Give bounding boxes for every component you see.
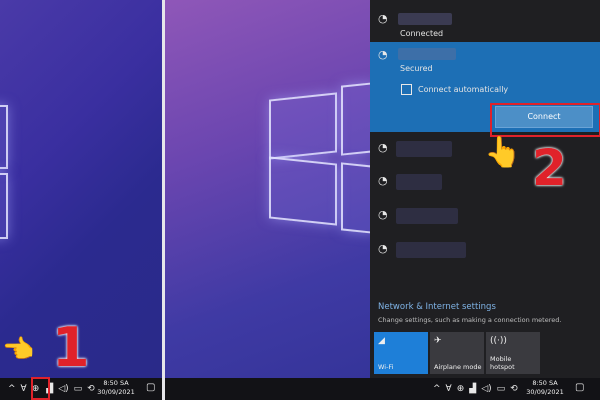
connected-status: Connected [400,29,444,38]
volume-icon[interactable]: ◁) [58,384,68,394]
wifi-secure-icon: ◔ [378,174,388,187]
step-number-1: 1 [52,316,90,379]
wifi-tile[interactable]: ◢ Wi-Fi [374,332,428,374]
network-name-redacted [398,13,452,25]
secured-status: Secured [400,64,433,73]
network-item-connected[interactable]: ◔ Connected [370,6,600,40]
pointing-hand-icon: 👆 [484,135,522,170]
wifi-secure-icon: ◔ [378,208,388,221]
notification-icon[interactable]: ▢ [146,383,156,393]
pointing-hand-icon: 👈 [2,335,35,365]
network-icon[interactable]: ▟ [469,384,476,394]
vpn-icon[interactable]: ∀ [446,384,452,394]
vpn-icon[interactable]: ∀ [21,384,27,394]
network-settings-link[interactable]: Network & Internet settings [378,302,496,312]
network-name-redacted [396,141,452,157]
network-name-redacted [396,242,466,258]
volume-icon[interactable]: ◁) [481,384,491,394]
wifi-secure-icon: ◔ [378,141,388,154]
chevron-up-icon[interactable]: ^ [433,384,441,394]
wifi-icon: ◢ [378,336,385,346]
battery-icon[interactable]: ▭ [74,384,83,394]
sync-icon[interactable]: ⟲ [87,384,95,394]
sync-icon[interactable]: ⟲ [510,384,518,394]
network-name-redacted [398,48,456,60]
usb-icon[interactable]: ⊕ [457,384,465,394]
mobile-hotspot-tile[interactable]: ((·)) Mobile hotspot [486,332,540,374]
list-item[interactable]: ◔ [370,238,600,266]
taskbar: ^ ∀ ⊕ ▟ ◁) ▭ ⟲ 8:50 SA 30/09/2021 ▢ [0,378,162,400]
chevron-up-icon[interactable]: ^ [8,384,16,394]
connect-button-highlight [490,103,600,137]
clock[interactable]: 8:50 SA 30/09/2021 [525,379,565,397]
left-desktop-screenshot: ^ ∀ ⊕ ▟ ◁) ▭ ⟲ 8:50 SA 30/09/2021 ▢ 👈 1 [0,0,162,400]
battery-icon[interactable]: ▭ [497,384,506,394]
notification-icon[interactable]: ▢ [575,383,585,393]
connect-auto-label: Connect automatically [418,85,509,94]
network-icon-highlight [31,377,50,400]
network-settings-desc: Change settings, such as making a connec… [378,316,562,324]
taskbar: ^ ∀ ⊕ ▟ ◁) ▭ ⟲ 8:50 SA 30/09/2021 ▢ [165,378,600,400]
network-name-redacted [396,208,458,224]
connect-auto-checkbox[interactable] [401,84,412,95]
wifi-secure-icon: ◔ [378,12,388,25]
step-number-2: 2 [532,139,567,197]
hotspot-icon: ((·)) [490,336,507,346]
airplane-mode-tile[interactable]: ✈ Airplane mode [430,332,484,374]
list-item[interactable]: ◔ [370,204,600,232]
wifi-secure-icon: ◔ [378,48,388,61]
network-name-redacted [396,174,442,190]
airplane-icon: ✈ [434,336,442,346]
clock[interactable]: 8:50 SA 30/09/2021 [96,379,136,397]
wifi-secure-icon: ◔ [378,242,388,255]
